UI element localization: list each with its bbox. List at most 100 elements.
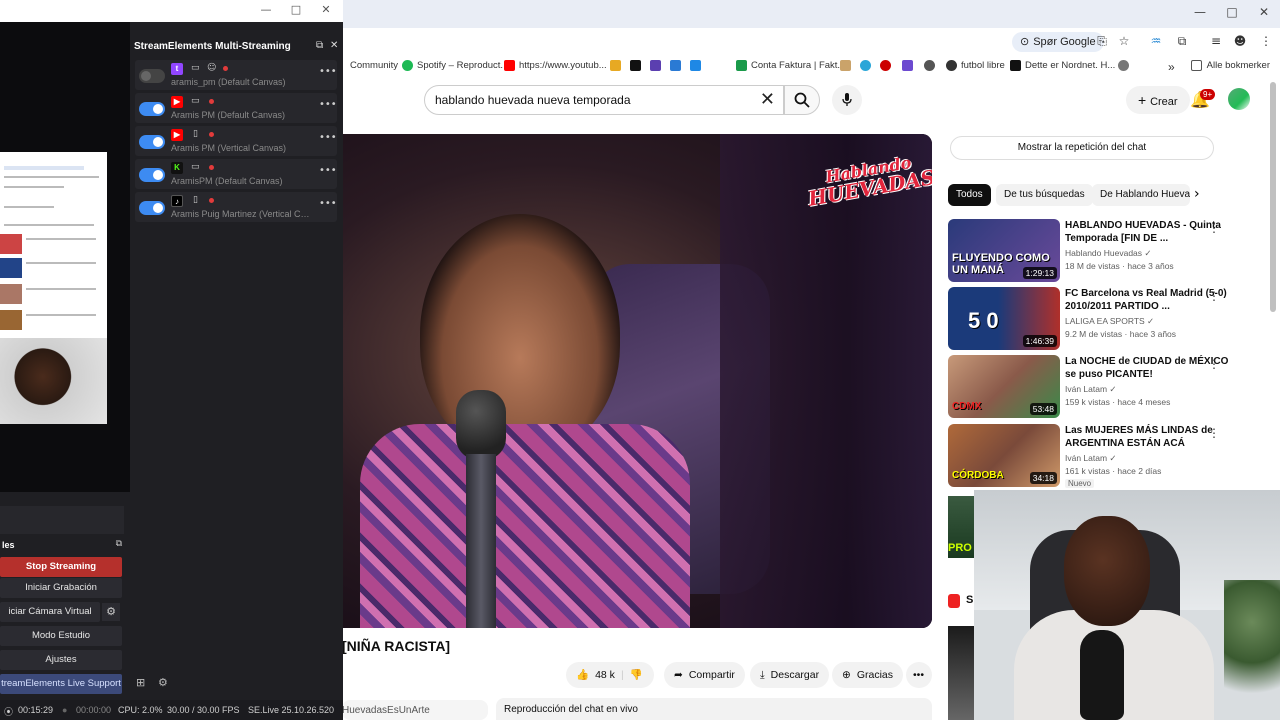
destination-toggle[interactable] (139, 201, 165, 215)
more-options-icon[interactable]: ⋮ (1208, 426, 1220, 440)
download-button[interactable]: ⤓ Descargar (750, 662, 830, 688)
obs-preview-canvas[interactable] (0, 22, 130, 492)
virtual-camera-button[interactable]: iciar Cámara Virtual (0, 602, 100, 622)
more-horizontal-icon[interactable]: ••• (319, 132, 337, 143)
bookmark-favicon-icon[interactable] (880, 60, 891, 71)
live-support-button[interactable]: treamElements Live Support (0, 674, 122, 694)
voice-search-button[interactable] (832, 85, 862, 115)
like-button[interactable]: 👍 48 k | 👎 (566, 662, 654, 688)
more-options-icon[interactable]: ⋮ (1208, 357, 1220, 371)
all-bookmarks[interactable]: Alle bokmerker (1190, 60, 1270, 71)
bookmark-item[interactable]: Dette er Nordnet. H... (1010, 60, 1115, 71)
bookmark-favicon-icon[interactable] (690, 60, 701, 71)
destination-row[interactable]: ▶ ▯ Aramis PM (Vertical Canvas) ••• (135, 126, 337, 156)
destination-row[interactable]: ▶ ▭ Aramis PM (Default Canvas) ••• (135, 93, 337, 123)
add-icon[interactable]: ⊞ (136, 676, 145, 689)
destination-row[interactable]: K ▭ AramisPM (Default Canvas) ••• (135, 159, 337, 189)
video-player[interactable]: Hablando HUEVADAS (340, 134, 932, 628)
recommendation-title[interactable]: Las MUJERES MÁS LINDAS de ARGENTINA ESTÁ… (1065, 424, 1229, 450)
extension-icon[interactable]: ♒ (1148, 34, 1164, 48)
recommendation-channel[interactable]: Hablando Huevadas ✓ (1065, 248, 1152, 259)
gear-icon[interactable]: ⚙ (158, 676, 168, 689)
bookmark-favicon-icon[interactable] (610, 60, 621, 71)
recommendation-title[interactable]: FC Barcelona vs Real Madrid (5-0) 2010/2… (1065, 287, 1229, 313)
video-thumbnail[interactable]: PRO (948, 496, 974, 558)
install-icon[interactable]: ⎘ (1094, 34, 1110, 49)
more-options-icon[interactable]: ⋮ (1208, 221, 1220, 235)
more-horizontal-icon[interactable]: ••• (319, 66, 337, 77)
close-icon[interactable]: ✕ (318, 3, 334, 16)
more-actions-button[interactable]: ••• (906, 662, 932, 688)
destination-toggle[interactable] (139, 69, 165, 83)
minimize-icon[interactable]: — (1190, 5, 1210, 19)
live-chat-replay-panel[interactable]: Reproducción del chat en vivo (496, 698, 932, 720)
bookmark-item[interactable]: Conta Faktura | Fakt... (736, 60, 845, 71)
destination-toggle[interactable] (139, 168, 165, 182)
bookmark-favicon-icon[interactable] (1118, 60, 1129, 71)
video-thumbnail[interactable]: CDMX 53:48 (948, 355, 1060, 418)
chevron-right-icon[interactable]: › (1194, 186, 1200, 202)
recommendation-item[interactable]: CÓRDOBA 34:18 Las MUJERES MÁS LINDAS de … (948, 424, 1268, 488)
google-lens-chip[interactable]: ⊙ Spør Google (1012, 32, 1104, 52)
recommendation-title[interactable]: La NOCHE de CIUDAD de MÉXICO se puso PIC… (1065, 355, 1229, 381)
chevron-right-icon[interactable]: » (1168, 60, 1175, 74)
video-thumbnail[interactable]: 5 0 1:46:39 (948, 287, 1060, 350)
recommendation-item[interactable]: FLUYENDO COMO UN MANÁ 1:29:13 HABLANDO H… (948, 219, 1268, 283)
create-button[interactable]: + Crear (1126, 86, 1190, 114)
maximize-icon[interactable]: □ (288, 3, 304, 16)
bookmark-favicon-icon[interactable] (902, 60, 913, 71)
show-chat-replay-button[interactable]: Mostrar la repetición del chat (950, 136, 1214, 160)
start-recording-button[interactable]: Iniciar Grabación (0, 578, 122, 598)
bookmark-item[interactable]: Spotify – Reproduct... (402, 60, 508, 71)
recommendation-item[interactable]: CDMX 53:48 La NOCHE de CIUDAD de MÉXICO … (948, 355, 1268, 419)
search-button[interactable] (784, 85, 820, 115)
kebab-menu-icon[interactable]: ⋮ (1258, 34, 1274, 48)
shorts-thumbnail[interactable] (948, 626, 974, 720)
stop-streaming-button[interactable]: Stop Streaming (0, 557, 122, 577)
gear-icon[interactable]: ⚙ (102, 603, 120, 621)
video-thumbnail[interactable]: CÓRDOBA 34:18 (948, 424, 1060, 487)
destination-row[interactable]: t ▭ ☺ aramis_pm (Default Canvas) ••• (135, 60, 337, 90)
clear-search-icon[interactable]: ✕ (760, 86, 775, 114)
channel-hashtag[interactable]: HuevadasEsUnArte (342, 700, 488, 720)
recommendation-item[interactable]: 5 0 1:46:39 FC Barcelona vs Real Madrid … (948, 287, 1268, 351)
close-icon[interactable]: ✕ (330, 40, 338, 51)
bookmark-item[interactable]: futbol libre (946, 60, 1005, 71)
minimize-icon[interactable]: — (258, 3, 274, 16)
bookmark-item[interactable]: Community (350, 60, 398, 71)
account-avatar[interactable] (1228, 88, 1250, 110)
bookmark-favicon-icon[interactable] (924, 60, 935, 71)
bookmark-item[interactable]: https://www.youtub... (504, 60, 607, 71)
settings-button[interactable]: Ajustes (0, 650, 122, 670)
chip-from-channel[interactable]: De Hablando Hueva (1092, 184, 1190, 206)
more-horizontal-icon[interactable]: ••• (319, 198, 337, 209)
page-scrollbar[interactable] (1270, 82, 1276, 312)
recommendation-title[interactable]: HABLANDO HUEVADAS - Quinta Temporada [FI… (1065, 219, 1229, 245)
thanks-button[interactable]: ⊕ Gracias (832, 662, 903, 688)
recommendation-channel[interactable]: Iván Latam ✓ (1065, 453, 1117, 464)
bookmark-favicon-icon[interactable] (650, 60, 661, 71)
video-thumbnail[interactable]: FLUYENDO COMO UN MANÁ 1:29:13 (948, 219, 1060, 282)
bookmark-favicon-icon[interactable] (860, 60, 871, 71)
chip-all[interactable]: Todos (948, 184, 991, 206)
recommendation-channel[interactable]: LALIGA EA SPORTS ✓ (1065, 316, 1154, 327)
studio-mode-button[interactable]: Modo Estudio (0, 626, 122, 646)
bookmark-favicon-icon[interactable] (840, 60, 851, 71)
puzzle-icon[interactable]: ⧉ (1174, 34, 1190, 49)
star-icon[interactable]: ☆ (1116, 34, 1132, 48)
more-options-icon[interactable]: ⋮ (1208, 289, 1220, 303)
more-horizontal-icon[interactable]: ••• (319, 99, 337, 110)
recommendation-channel[interactable]: Iván Latam ✓ (1065, 384, 1117, 395)
thumbs-down-icon[interactable]: 👎 (630, 662, 643, 688)
bookmark-favicon-icon[interactable] (630, 60, 641, 71)
destination-toggle[interactable] (139, 102, 165, 116)
chip-from-searches[interactable]: De tus búsquedas (996, 184, 1093, 206)
close-icon[interactable]: ✕ (1254, 5, 1274, 19)
more-horizontal-icon[interactable]: ••• (319, 165, 337, 176)
destination-toggle[interactable] (139, 135, 165, 149)
destination-row[interactable]: ♪ ▯ Aramis Puig Martinez (Vertical Ca...… (135, 192, 337, 222)
bookmark-favicon-icon[interactable] (670, 60, 681, 71)
undock-icon[interactable]: ⧉ (116, 539, 122, 549)
maximize-icon[interactable]: □ (1222, 5, 1242, 19)
search-input[interactable]: hablando huevada nueva temporada ✕ (424, 85, 784, 115)
